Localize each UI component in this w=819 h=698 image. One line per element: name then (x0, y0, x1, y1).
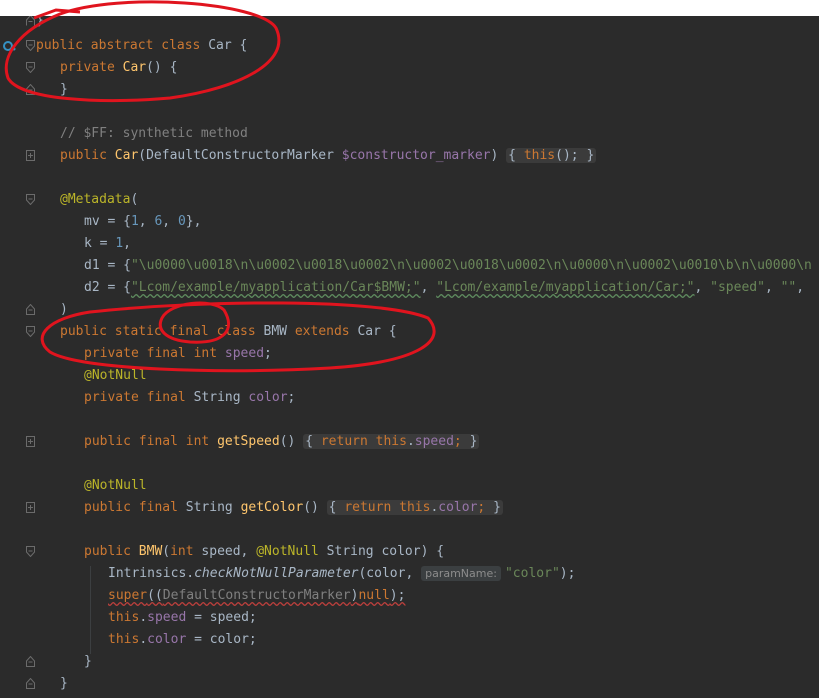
code-line[interactable]: } (0, 651, 819, 673)
code-line[interactable]: Intrinsics.checkNotNullParameter(color, … (0, 563, 819, 585)
get-color-method: public final String getColor() { return … (84, 500, 503, 515)
check-not-null-call: Intrinsics.checkNotNullParameter(color, … (108, 566, 576, 581)
closing-paren: ) (60, 302, 68, 317)
code-line[interactable]: @Metadata( (0, 189, 819, 211)
folded-region[interactable]: { return this.color; } (326, 500, 503, 515)
super-call: super((DefaultConstructorMarker)null); (108, 588, 406, 603)
synthetic-constructor: public Car(DefaultConstructorMarker $con… (60, 148, 597, 163)
indent-guide (90, 566, 91, 654)
fold-toggle-icon[interactable] (26, 150, 35, 161)
code-line[interactable]: k = 1, (0, 233, 819, 255)
fold-toggle-icon[interactable] (26, 546, 35, 557)
closing-brace: } (36, 16, 44, 28)
code-line[interactable]: super((DefaultConstructorMarker)null); (0, 585, 819, 607)
code-line[interactable]: private Car() { (0, 57, 819, 79)
code-line[interactable]: public static final class BMW extends Ca… (0, 321, 819, 343)
bmw-constructor: public BMW(int speed, @NotNull String co… (84, 544, 445, 559)
code-editor[interactable]: } public abstract class Car { private Ca… (0, 16, 819, 698)
parameter-hint: paramName: (421, 566, 501, 581)
fold-toggle-icon[interactable] (26, 304, 35, 315)
fold-toggle-icon[interactable] (26, 678, 35, 689)
code-line[interactable]: } (0, 16, 819, 32)
code-line[interactable]: } (0, 673, 819, 695)
field-color: private final String color; (84, 390, 296, 405)
assign-speed: this.speed = speed; (108, 610, 257, 625)
metadata-k: k = 1, (84, 236, 131, 251)
code-line[interactable]: public final String getColor() { return … (0, 497, 819, 519)
code-line[interactable]: ) (0, 299, 819, 321)
fold-toggle-icon[interactable] (26, 502, 35, 513)
code-line[interactable]: this.speed = speed; (0, 607, 819, 629)
field-speed: private final int speed; (84, 346, 272, 361)
class-declaration: public abstract class Car { (36, 38, 248, 53)
implementation-marker-icon[interactable] (2, 39, 16, 53)
code-line[interactable]: private final int speed; (0, 343, 819, 365)
code-line[interactable]: public BMW(int speed, @NotNull String co… (0, 541, 819, 563)
fold-toggle-icon[interactable] (26, 656, 35, 667)
fold-toggle-icon[interactable] (26, 16, 35, 26)
get-speed-method: public final int getSpeed() { return thi… (84, 434, 480, 449)
closing-brace: } (84, 654, 92, 669)
metadata-d1: d1 = {"\u0000\u0018\n\u0002\u0018\u0002\… (84, 258, 812, 273)
code-line[interactable]: @NotNull (0, 475, 819, 497)
closing-brace: } (60, 82, 68, 97)
notnull-annotation: @NotNull (84, 478, 147, 493)
code-line[interactable]: } (0, 79, 819, 101)
fold-toggle-icon[interactable] (26, 194, 35, 205)
code-line[interactable]: mv = {1, 6, 0}, (0, 211, 819, 233)
code-line[interactable]: // $FF: synthetic method (0, 123, 819, 145)
metadata-mv: mv = {1, 6, 0}, (84, 214, 202, 229)
code-line[interactable]: public abstract class Car { (0, 35, 819, 57)
code-comment: // $FF: synthetic method (60, 126, 248, 141)
code-line[interactable]: this.color = color; (0, 629, 819, 651)
code-line[interactable]: d1 = {"\u0000\u0018\n\u0002\u0018\u0002\… (0, 255, 819, 277)
code-line[interactable]: public Car(DefaultConstructorMarker $con… (0, 145, 819, 167)
folded-region[interactable]: { this(); } (506, 148, 597, 163)
assign-color: this.color = color; (108, 632, 257, 647)
fold-toggle-icon[interactable] (26, 62, 35, 73)
folded-region[interactable]: { return this.speed; } (303, 434, 480, 449)
metadata-d2: d2 = {"Lcom/example/myapplication/Car$BM… (84, 280, 812, 295)
metadata-annotation: @Metadata( (60, 192, 139, 207)
fold-toggle-icon[interactable] (26, 84, 35, 95)
inner-class-declaration: public static final class BMW extends Ca… (60, 324, 397, 339)
code-line[interactable]: private final String color; (0, 387, 819, 409)
fold-toggle-icon[interactable] (26, 326, 35, 337)
fold-toggle-icon[interactable] (26, 40, 35, 51)
closing-brace: } (60, 676, 68, 691)
code-line[interactable]: public final int getSpeed() { return thi… (0, 431, 819, 453)
code-line[interactable]: @NotNull (0, 365, 819, 387)
notnull-annotation: @NotNull (84, 368, 147, 383)
fold-toggle-icon[interactable] (26, 436, 35, 447)
constructor-declaration: private Car() { (60, 60, 178, 75)
code-line[interactable]: d2 = {"Lcom/example/myapplication/Car$BM… (0, 277, 819, 299)
